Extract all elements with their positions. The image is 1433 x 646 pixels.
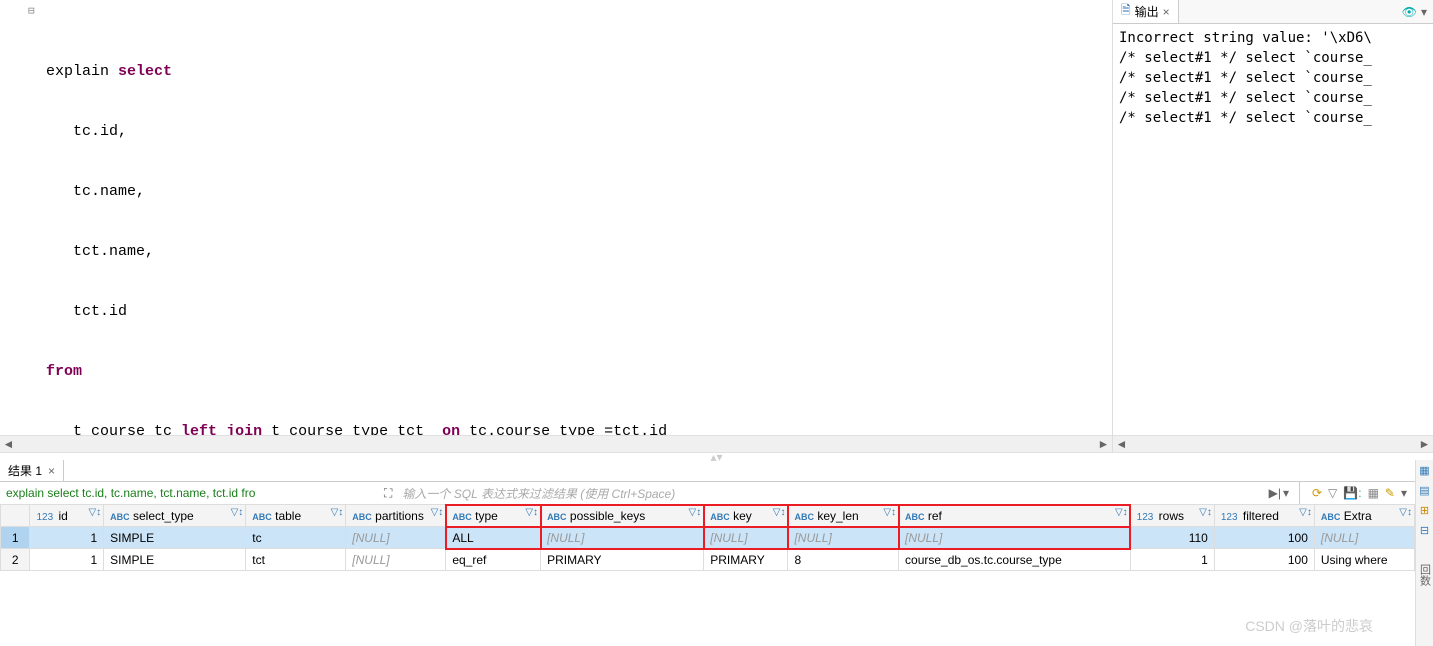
visibility-icon[interactable]: 👁 [1402,5,1417,19]
col-type[interactable]: ABC type▽↕ [446,505,541,527]
output-tab-label: 输出 [1135,3,1159,20]
col-filtered[interactable]: 123 filtered▽↕ [1214,505,1314,527]
col-ref[interactable]: ABC ref▽↕ [899,505,1131,527]
refresh-icon[interactable]: ⟳ [1312,486,1322,500]
output-file-icon: 🗎 [1121,1,1131,22]
panel-record-icon[interactable]: ⊞ [1418,504,1432,518]
panel-view-icon[interactable]: ▦ [1418,464,1432,478]
results-grid[interactable]: 123 id▽↕ ABC select_type▽↕ ABC table▽↕ A… [0,504,1415,646]
output-horizontal-scrollbar[interactable]: ◄ ► [1113,435,1433,452]
results-side-toolbar: ▦ ▤ ⊞ ⊟ 回数 [1415,460,1433,646]
col-extra[interactable]: ABC Extra▽↕ [1314,505,1414,527]
results-tab-label: 结果 1 [8,462,42,479]
sql-editor[interactable]: ⊟ explain select tc.id, tc.name, tct.nam… [0,0,1112,435]
panel-text-icon[interactable]: ▤ [1418,484,1432,498]
col-possible-keys[interactable]: ABC possible_keys▽↕ [541,505,704,527]
table-row[interactable]: 2 1 SIMPLE tct [NULL] eq_ref PRIMARY PRI… [1,549,1415,571]
grid-icon[interactable]: ▦ [1368,486,1379,500]
output-panel: 🗎 输出 × 👁 ▾ Incorrect string value: '\xD6… [1113,0,1433,452]
horizontal-split-handle[interactable]: ▴▾ [0,452,1433,460]
table-row[interactable]: 1 1 SIMPLE tc [NULL] ALL [NULL] [NULL] [… [1,527,1415,549]
more-dropdown-icon[interactable]: ▾ [1401,486,1407,500]
results-header-row: 123 id▽↕ ABC select_type▽↕ ABC table▽↕ A… [1,505,1415,527]
editor-horizontal-scrollbar[interactable]: ◄ ► [0,435,1112,452]
results-filter-bar: explain select tc.id, tc.name, tct.name,… [0,482,1415,504]
expand-icon[interactable]: ⛶ [380,486,396,501]
nav-last-icon[interactable]: ▶| [1269,486,1281,500]
col-key-len[interactable]: ABC key_len▽↕ [788,505,899,527]
nav-dropdown-icon[interactable]: ▾ [1283,486,1289,500]
fold-toggle-icon[interactable]: ⊟ [28,2,35,22]
dropdown-icon[interactable]: ▾ [1421,5,1427,19]
query-preview: explain select tc.id, tc.name, tct.name,… [0,486,380,500]
results-filter-input[interactable]: 输入一个 SQL 表达式来过滤结果 (使用 Ctrl+Space) [396,485,1262,502]
filter-funnel-icon[interactable]: ▽ [1328,486,1337,500]
close-icon[interactable]: × [1163,5,1170,19]
top-area: ⊟ explain select tc.id, tc.name, tct.nam… [0,0,1433,452]
sql-editor-panel: ⊟ explain select tc.id, tc.name, tct.nam… [0,0,1113,452]
output-tab[interactable]: 🗎 输出 × [1113,0,1179,23]
col-key[interactable]: ABC key▽↕ [704,505,788,527]
results-tab[interactable]: 结果 1 × [0,460,64,481]
scroll-left-icon[interactable]: ◄ [0,436,17,453]
panel-panels-icon[interactable]: ⊟ [1418,524,1432,538]
rownum-header[interactable] [1,505,30,527]
output-content[interactable]: Incorrect string value: '\xD6\ /* select… [1113,24,1433,435]
tools-icon[interactable]: ✎ [1385,486,1395,500]
scroll-left-icon[interactable]: ◄ [1113,436,1130,453]
scroll-right-icon[interactable]: ► [1416,436,1433,453]
results-tab-bar: 结果 1 × [0,460,1415,482]
output-tab-bar: 🗎 输出 × 👁 ▾ [1113,0,1433,24]
close-icon[interactable]: × [48,464,55,478]
col-select-type[interactable]: ABC select_type▽↕ [104,505,246,527]
results-area: 结果 1 × explain select tc.id, tc.name, tc… [0,460,1433,646]
col-table[interactable]: ABC table▽↕ [246,505,346,527]
col-id[interactable]: 123 id▽↕ [30,505,104,527]
save-icon[interactable]: 💾: [1343,486,1361,500]
col-partitions[interactable]: ABC partitions▽↕ [346,505,446,527]
panel-count-label: 回数 [1417,564,1433,586]
scroll-right-icon[interactable]: ► [1095,436,1112,453]
col-rows[interactable]: 123 rows▽↕ [1130,505,1214,527]
